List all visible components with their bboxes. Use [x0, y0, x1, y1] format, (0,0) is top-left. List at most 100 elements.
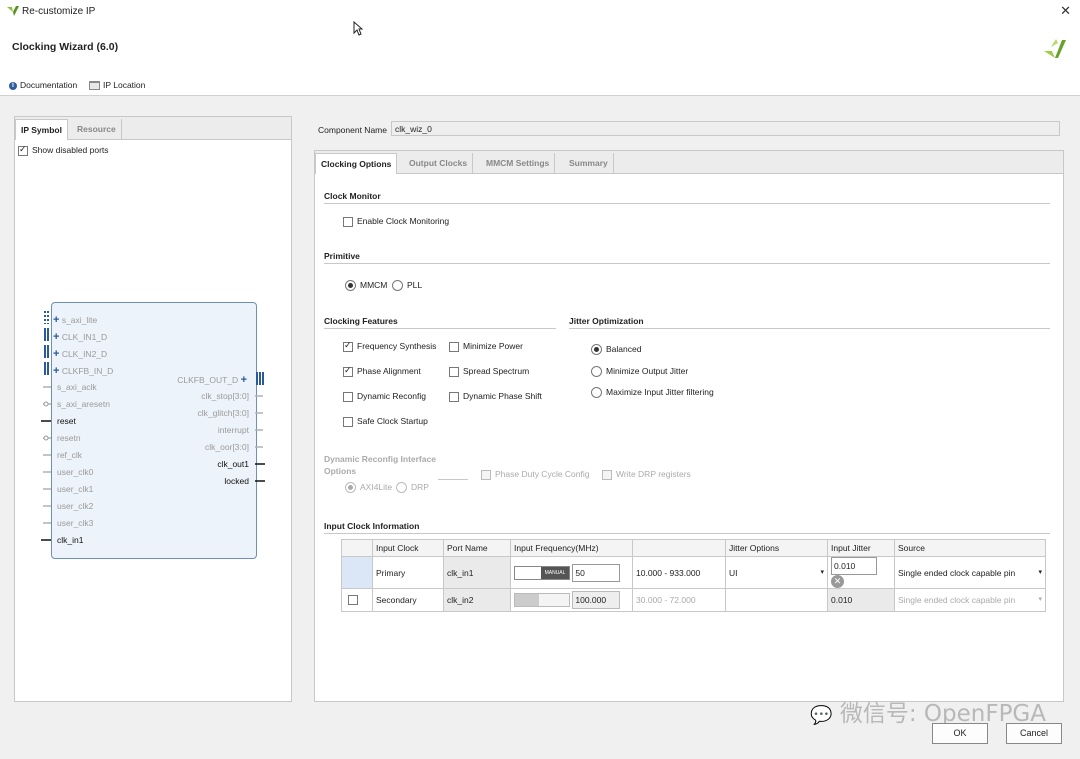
- checkbox-icon: [343, 391, 353, 402]
- port-user-clk2: user_clk2: [57, 501, 94, 511]
- component-name-label: Component Name: [318, 125, 387, 135]
- jitter-optimization-heading: Jitter Optimization: [569, 316, 644, 326]
- maximize-input-jitter-radio[interactable]: Maximize Input Jitter filtering: [591, 387, 714, 399]
- dropdown-arrow-icon: ▾: [1038, 568, 1042, 576]
- port-clk-oor: clk_oor[3:0]: [205, 442, 249, 452]
- row-select-cell[interactable]: [341, 588, 373, 612]
- mmcm-radio[interactable]: MMCM: [345, 280, 387, 292]
- row-select-cell[interactable]: [341, 556, 373, 589]
- radio-icon: [396, 482, 407, 494]
- divider: [324, 203, 1050, 204]
- cell-jitter-options: [725, 588, 828, 612]
- manual-slider[interactable]: MANUAL: [514, 565, 570, 580]
- phase-duty-cycle-checkbox[interactable]: Phase Duty Cycle Config: [481, 469, 590, 480]
- options-panel: Clocking Options Output Clocks MMCM Sett…: [314, 150, 1064, 702]
- radio-selected-icon: [345, 482, 356, 494]
- safe-clock-startup-checkbox[interactable]: Safe Clock Startup: [343, 416, 428, 427]
- input-clock-heading: Input Clock Information: [324, 521, 420, 531]
- wizard-header: Clocking Wizard (6.0) i Documentation IP …: [0, 23, 1080, 96]
- expand-icon[interactable]: +: [53, 314, 59, 326]
- radio-icon: [591, 387, 602, 399]
- expand-icon[interactable]: +: [241, 374, 247, 386]
- port-s-axi-lite: + s_axi_lite: [53, 314, 98, 326]
- port-clk-glitch: clk_glitch[3:0]: [197, 408, 250, 418]
- port-clk-out1: clk_out1: [217, 459, 249, 469]
- documentation-link[interactable]: i Documentation: [9, 80, 77, 90]
- minimize-power-checkbox[interactable]: Minimize Power: [449, 341, 523, 352]
- port-reset: reset: [57, 416, 76, 426]
- vivado-logo-icon: [7, 6, 19, 16]
- port-ref-clk: ref_clk: [57, 450, 83, 460]
- phase-alignment-checkbox[interactable]: Phase Alignment: [343, 365, 421, 377]
- cancel-button[interactable]: Cancel: [1006, 723, 1062, 744]
- checkbox-checked-icon: [343, 365, 353, 377]
- drp-radio[interactable]: DRP: [396, 482, 429, 494]
- balanced-radio[interactable]: Balanced: [591, 344, 641, 356]
- port-clkfb-out-d: CLKFB_OUT_D +: [177, 374, 247, 386]
- dynamic-phase-shift-checkbox[interactable]: Dynamic Phase Shift: [449, 391, 542, 402]
- table-row-primary: Primary clk_in1 MANUAL 50 10.000 - 933.0…: [341, 556, 1046, 589]
- port-clk-in1: clk_in1: [57, 535, 84, 545]
- checkbox-icon: [449, 341, 459, 352]
- checkbox-icon: [449, 391, 459, 402]
- write-drp-registers-checkbox[interactable]: Write DRP registers: [602, 469, 691, 480]
- expand-icon[interactable]: +: [53, 348, 59, 360]
- expand-icon[interactable]: +: [53, 365, 59, 377]
- auto-slider[interactable]: [514, 593, 570, 607]
- frequency-synthesis-checkbox[interactable]: Frequency Synthesis: [343, 340, 436, 352]
- port-s-axi-aresetn: s_axi_aresetn: [57, 399, 110, 409]
- cell-port-name: clk_in1: [443, 556, 511, 589]
- pll-radio[interactable]: PLL: [392, 280, 422, 292]
- table-row-secondary: Secondary clk_in2 100.000 30.000 - 72.00…: [341, 588, 1046, 612]
- cell-frequency-range: 10.000 - 933.000: [632, 556, 726, 589]
- wechat-icon: 💬: [810, 705, 833, 726]
- symbol-connectors: [41, 311, 265, 541]
- component-name-field[interactable]: clk_wiz_0: [391, 121, 1060, 136]
- checkbox-icon: [343, 216, 353, 227]
- axi4lite-radio[interactable]: AXI4Lite: [345, 482, 392, 494]
- drp-heading: Dynamic Reconfig Interface: [324, 454, 436, 464]
- mouse-cursor-icon: [353, 21, 363, 36]
- clear-icon[interactable]: ✕: [831, 575, 844, 588]
- source-select[interactable]: Single ended clock capable pin ▾: [894, 556, 1046, 589]
- divider: [438, 479, 468, 480]
- radio-selected-icon: [345, 280, 356, 292]
- port-clk-stop: clk_stop[3:0]: [201, 391, 249, 401]
- tab-output-clocks[interactable]: Output Clocks: [404, 153, 474, 173]
- ip-symbol-panel: IP Symbol Resource Show disabled ports: [14, 116, 292, 702]
- expand-icon[interactable]: +: [53, 331, 59, 343]
- minimize-output-jitter-radio[interactable]: Minimize Output Jitter: [591, 366, 688, 378]
- cell-port-name: clk_in2: [443, 588, 511, 612]
- radio-selected-icon: [591, 344, 602, 356]
- ip-location-link[interactable]: IP Location: [89, 80, 145, 91]
- drp-heading-line2: Options: [324, 466, 357, 476]
- window-title: Re-customize IP: [22, 6, 96, 17]
- source-select-secondary[interactable]: Single ended clock capable pin ▾: [894, 588, 1046, 612]
- tab-summary[interactable]: Summary: [564, 153, 614, 173]
- title-bar: Re-customize IP ✕: [0, 0, 1080, 24]
- divider: [324, 533, 1050, 534]
- divider: [324, 328, 556, 329]
- checkbox-icon: [449, 366, 459, 377]
- table-header-row: Input Clock Port Name Input Frequency(MH…: [341, 539, 1046, 557]
- divider: [324, 263, 1050, 264]
- secondary-frequency-input[interactable]: 100.000: [572, 591, 621, 609]
- primary-frequency-input[interactable]: 50: [572, 563, 621, 582]
- spread-spectrum-checkbox[interactable]: Spread Spectrum: [449, 366, 529, 377]
- close-icon[interactable]: ✕: [1060, 3, 1071, 19]
- port-resetn: resetn: [57, 433, 81, 443]
- enable-clock-monitoring-checkbox[interactable]: Enable Clock Monitoring: [343, 216, 449, 227]
- secondary-jitter-input[interactable]: 0.010: [827, 588, 895, 612]
- dynamic-reconfig-checkbox[interactable]: Dynamic Reconfig: [343, 391, 426, 402]
- port-interrupt: interrupt: [217, 425, 249, 435]
- checkbox-icon: [343, 416, 353, 427]
- secondary-clock-checkbox[interactable]: [348, 595, 358, 606]
- jitter-options-select[interactable]: UI ▾: [725, 556, 828, 589]
- header-input-frequency: Input Frequency(MHz): [510, 539, 633, 557]
- header-port-name: Port Name: [443, 539, 511, 557]
- tab-mmcm-settings[interactable]: MMCM Settings: [481, 153, 556, 173]
- header-jitter-options: Jitter Options: [725, 539, 828, 557]
- ok-button[interactable]: OK: [932, 723, 988, 744]
- tab-clocking-options[interactable]: Clocking Options: [315, 153, 398, 174]
- primary-jitter-input[interactable]: 0.010: [831, 557, 877, 575]
